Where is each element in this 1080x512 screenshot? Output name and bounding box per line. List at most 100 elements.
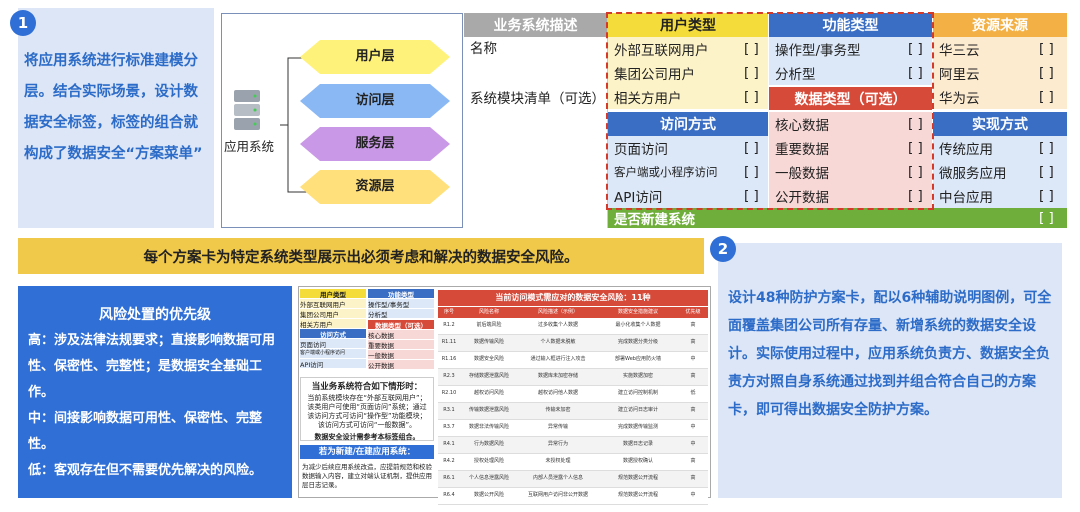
- risk-table-header-cell: 数据安全措施建议: [617, 309, 658, 315]
- risk-table-cell: 中: [690, 441, 696, 447]
- priority-low: 低：客观存在但不需要优先解决的风险。: [28, 463, 263, 478]
- biz-header: 业务系统描述: [464, 13, 607, 37]
- card-new-system-title: 若为新建/在建应用系统：: [300, 445, 434, 459]
- impl-checkbox[interactable]: [ ]: [1033, 184, 1067, 208]
- risk-table-header-cell: 序号: [443, 309, 454, 315]
- risk-table-cell: R6.1: [443, 475, 455, 481]
- risk-table-cell: 传输未加密: [545, 407, 571, 413]
- card-data-item: 重要数据: [368, 340, 434, 350]
- risk-table-cell: 高: [690, 322, 696, 328]
- card-func-item: 操作型/事务型: [368, 299, 434, 309]
- layer-service: 服务层: [300, 127, 450, 161]
- priority-panel: 风险处置的优先级 高：涉及法律法规要求；直接影响数据可用性、保密性、完整性；是数…: [18, 286, 292, 498]
- app-system-label: 应用系统: [224, 139, 275, 154]
- impl-item: 传统应用: [933, 136, 1033, 160]
- resource-item: 华三云: [933, 37, 1033, 61]
- risk-table-cell: 低: [690, 390, 696, 396]
- risk-table-cell: 规范数据公开流程: [617, 492, 658, 498]
- resource-checkbox[interactable]: [ ]: [1033, 37, 1067, 61]
- risk-table-header-cell: 风险名称: [478, 309, 499, 315]
- card-user-item: 外部互联网用户: [300, 299, 366, 309]
- priority-mid: 中：间接影响数据可用性、保密性、完整性。: [28, 411, 263, 452]
- risk-table-cell: R4.2: [443, 458, 455, 464]
- server-icon: [232, 88, 262, 132]
- risk-table-cell: 中: [690, 424, 696, 430]
- risk-table-cell: 数据传输风险: [473, 339, 504, 345]
- card-access-title: 访问方式: [300, 329, 366, 339]
- risk-table-cell: 异常行为: [547, 441, 568, 447]
- risk-table-cell: 行为数据风险: [473, 441, 504, 447]
- risk-table-row: R2.3 存储数据泄露风险 数据库未加密存储 实施数据加密 高: [438, 369, 708, 386]
- risk-table-cell: 传输数据泄露风险: [468, 407, 509, 413]
- risk-table-cell: R1.2: [443, 322, 455, 328]
- layer-user-label: 用户层: [355, 49, 395, 64]
- risk-table-cell: 建立访问日志审计: [617, 407, 658, 413]
- risk-table-cell: 数据安全风险: [473, 356, 504, 362]
- resource-item: 阿里云: [933, 61, 1033, 85]
- impl-checkbox[interactable]: [ ]: [1033, 160, 1067, 184]
- layer-user: 用户层: [300, 40, 450, 74]
- risk-table-cell: 建立访问控制机制: [617, 390, 658, 396]
- impl-item: 中台应用: [933, 184, 1033, 208]
- risk-table-cell: 异常传输: [547, 424, 568, 430]
- risk-table-cell: R6.4: [443, 492, 455, 498]
- impl-item: 微服务应用: [933, 160, 1033, 184]
- risk-table-cell: 个人信息泄露风险: [468, 475, 509, 481]
- card-access-item: API访问: [300, 359, 366, 369]
- intro-text: 将应用系统进行标准建模分层。结合实际场景，设计数据安全标签，标签的组合就构成了数…: [24, 53, 203, 162]
- layer-access: 访问层: [300, 84, 450, 118]
- risk-table-cell: 完成数据分类分级: [617, 339, 658, 345]
- resource-header: 资源来源: [933, 13, 1067, 37]
- risk-table-cell: 越权访问他人数据: [537, 390, 578, 396]
- card-user-item: 集团公司用户: [300, 309, 366, 319]
- risk-table-cell: R4.1: [443, 441, 455, 447]
- card-func-item: 分析型: [368, 309, 434, 319]
- risk-table-cell: 内部人员泄露个人信息: [532, 475, 583, 481]
- impl-checkbox[interactable]: [ ]: [1033, 136, 1067, 160]
- risk-table-cell: 数据库未加密存储: [537, 373, 578, 379]
- risk-table-cell: 规范数据公开流程: [617, 475, 658, 481]
- layer-resource-label: 资源层: [355, 179, 395, 194]
- card-label-grid: 用户类型 功能类型 外部互联网用户 集团公司用户 相关方用户 操作型/事务型 分…: [300, 289, 434, 373]
- resource-item: 华为云: [933, 85, 1033, 109]
- risk-table-cell: 高: [690, 407, 696, 413]
- risk-table-cell: 数据授权确认: [622, 458, 653, 464]
- card-func-title: 功能类型: [368, 289, 434, 299]
- biz-row-name: 名称: [470, 41, 497, 57]
- risk-table-cell: 数据公开风险: [473, 492, 504, 498]
- risk-table-cell: 个人数据未脱敏: [540, 339, 576, 345]
- risk-table-row: R1.16 数据安全风险 通过输入框进行注入攻击 部署Web应用防火墙 中: [438, 352, 708, 369]
- risk-table: 序号 风险名称 风险描述（示例） 数据安全措施建议 优先级 R1.2 前后端风险 过多收集个…: [438, 307, 708, 505]
- card-access-item: 页面访问: [300, 339, 366, 349]
- card-q1-text: 当前系统模块存在“外部互联网用户”；该类用户可使用“页面访问”系统；通过该访问方…: [307, 394, 427, 429]
- step-badge-1: 1: [10, 10, 36, 36]
- card-data-item: 公开数据: [368, 360, 434, 370]
- layer-service-label: 服务层: [355, 136, 395, 151]
- summary-text: 设计48种防护方案卡，配以6种辅助说明图例，可全面覆盖集团公司所有存量、新增系统…: [728, 290, 1052, 418]
- step-badge-2: 2: [710, 236, 736, 262]
- new-system-label: 是否新建系统: [608, 208, 1033, 228]
- card-user-title: 用户类型: [300, 289, 366, 299]
- risk-table-row: R6.4 数据公开风险 互联网用户访问非公开数据 规范数据公开流程 中: [438, 488, 708, 505]
- risk-table-title: 当前访问模式需应对的数据安全风险：11种: [438, 290, 708, 306]
- risk-table-header-cell: 风险描述（示例）: [537, 309, 578, 315]
- risk-table-cell: R1.16: [441, 356, 457, 362]
- risk-table-row: R1.11 数据传输风险 个人数据未脱敏 完成数据分类分级 高: [438, 335, 708, 352]
- risk-table-cell: 互联网用户访问非公开数据: [527, 492, 588, 498]
- banner: 每个方案卡为特定系统类型展示出必须考虑和解决的数据安全风险。: [18, 238, 704, 274]
- risk-table-cell: 授权处理风险: [473, 458, 504, 464]
- new-system-checkbox[interactable]: [ ]: [1033, 208, 1067, 228]
- resource-checkbox[interactable]: [ ]: [1033, 61, 1067, 85]
- resource-checkbox[interactable]: [ ]: [1033, 85, 1067, 109]
- card-q1-note: 数据安全设计需参考本标签组合。: [314, 433, 420, 441]
- risk-table-row: R6.1 个人信息泄露风险 内部人员泄露个人信息 规范数据公开流程 高: [438, 471, 708, 488]
- risk-table-cell: 越权访问风险: [473, 390, 504, 396]
- risk-table-cell: R2.3: [443, 373, 455, 379]
- risk-table-cell: 前后端风险: [476, 322, 502, 328]
- card-access-item: 客户端或小程序访问: [300, 349, 366, 358]
- risk-table-cell: 中: [690, 356, 696, 362]
- card-data-item: 一般数据: [368, 350, 434, 360]
- layer-resource: 资源层: [300, 170, 450, 204]
- risk-table-cell: R1.11: [441, 339, 457, 345]
- biz-row-modules: 系统模块清单（可选）: [470, 91, 605, 107]
